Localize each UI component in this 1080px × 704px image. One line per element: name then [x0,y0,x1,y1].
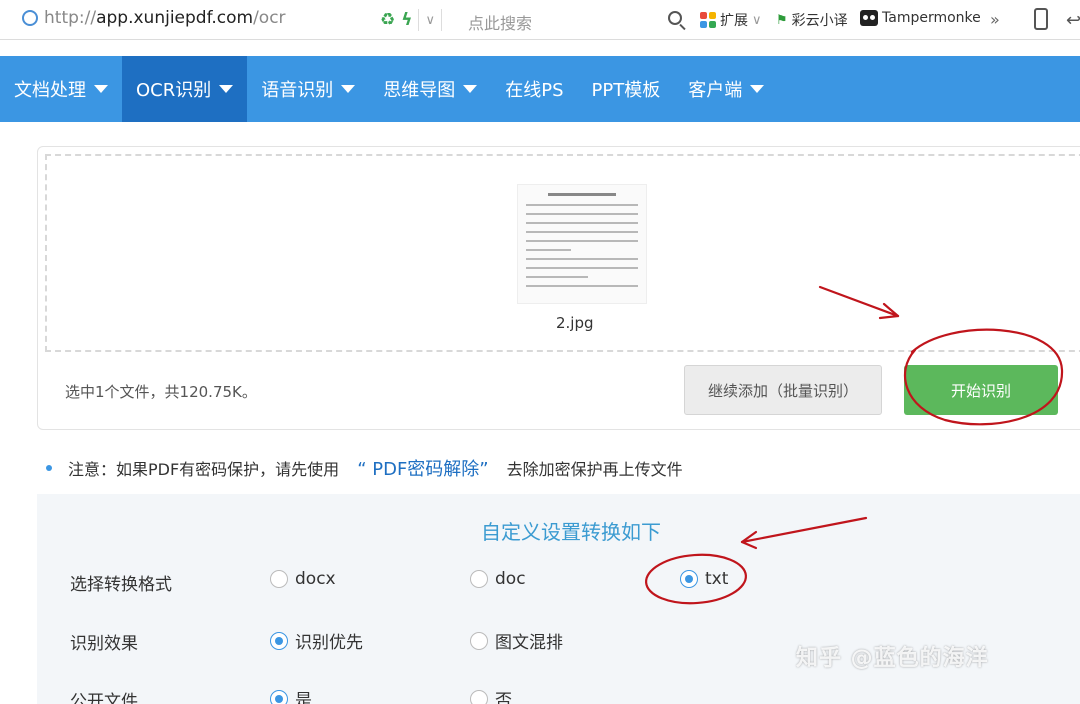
radio-option[interactable]: 图文混排 [470,628,563,653]
settings-row-label: 识别效果 [70,634,138,654]
password-notice: 注意：如果PDF有密码保护，请先使用 “ PDF密码解除” 去除加密保护再上传文… [46,455,683,481]
browser-toolbar: http:// app.xunjiepdf.com /ocr ♻ ϟ ∨ 点此搜… [0,0,1080,40]
conversion-settings: 自定义设置转换如下 选择转换格式 docx doc txt 识别效果 识别优先 图文混排公开… [37,494,1080,704]
address-bar[interactable]: http:// app.xunjiepdf.com /ocr [22,8,286,28]
chevron-down-icon[interactable]: ∨ [425,13,435,28]
mobile-icon[interactable] [1034,8,1048,30]
nav-item-label: 文档处理 [14,80,86,101]
radio-option[interactable]: 识别优先 [270,628,363,653]
search-icon[interactable] [668,11,682,25]
notice-suffix: 去除加密保护再上传文件 [506,460,683,479]
refresh-icon[interactable]: ♻ [380,10,395,30]
radio-option-label: txt [705,569,729,589]
file-name: 2.jpg [556,314,594,332]
watermark: 知乎 @蓝色的海洋 [796,646,989,671]
divider [440,9,442,31]
radio-option-label: 图文混排 [495,633,563,653]
settings-row: 公开文件 是 否 [37,683,1080,704]
radio-unchecked-icon[interactable] [470,689,488,704]
caiyun-extension[interactable]: ⚑ 彩云小译 [776,10,848,30]
nav-item-label: PPT模板 [591,80,661,101]
radio-checked-icon[interactable] [270,689,288,704]
url-host: app.xunjiepdf.com [96,8,254,28]
nav-item-4[interactable]: 在线PS [491,56,577,122]
settings-row: 选择转换格式 docx doc txt [37,566,1080,596]
caiyun-label: 彩云小译 [791,13,848,29]
selection-info: 选中1个文件，共120.75K。 [65,383,257,401]
site-icon [22,10,38,26]
radio-option-label: 识别优先 [295,633,363,653]
url-scheme: http:// [44,8,97,28]
start-recognition-button[interactable]: 开始识别 [904,365,1058,415]
nav-item-6[interactable]: 客户端 [674,56,778,122]
notice-prefix: 注意：如果PDF有密码保护，请先使用 [68,460,340,479]
nav-item-label: 客户端 [688,80,743,101]
pdf-unlock-link[interactable]: “ PDF密码解除” [357,455,488,481]
caiyun-icon: ⚑ [776,12,788,28]
file-dropzone[interactable]: 2.jpg [45,154,1080,352]
nav-item-5[interactable]: PPT模板 [578,56,675,122]
radio-option-label: 是 [295,691,312,704]
nav-item-label: 语音识别 [261,80,334,101]
nav-item-label: 思维导图 [383,80,456,101]
caret-down-icon [94,85,108,93]
radio-option[interactable]: 否 [470,686,512,704]
radio-unchecked-icon[interactable] [470,570,488,588]
nav-item-label: OCR识别 [136,80,212,101]
url-path: /ocr [253,8,286,28]
extensions-button[interactable]: 扩展 ∨ [700,10,762,30]
radio-option[interactable]: txt [680,569,728,589]
radio-checked-icon[interactable] [270,631,288,650]
radio-unchecked-icon[interactable] [270,570,288,588]
nav-item-3[interactable]: 思维导图 [369,56,491,122]
radio-option-label: docx [295,569,336,589]
caret-down-icon [750,85,765,93]
nav-item-1[interactable]: OCR识别 [122,56,248,122]
search-input[interactable]: 点此搜索 [468,10,532,34]
chevron-down-icon: ∨ [752,12,762,28]
extensions-label: 扩展 [720,13,748,29]
settings-title: 自定义设置转换如下 [481,520,661,544]
settings-row-label: 选择转换格式 [70,575,172,595]
nav-item-2[interactable]: 语音识别 [247,56,369,122]
radio-option[interactable]: doc [470,569,526,589]
radio-option-label: doc [495,569,526,589]
file-thumbnail[interactable] [517,184,647,304]
caret-down-icon [463,85,478,93]
speed-mode-icon[interactable]: ϟ [401,10,412,30]
tampermonkey-extension[interactable]: Tampermonke [860,10,981,26]
radio-option[interactable]: docx [270,569,336,589]
tampermonkey-icon [860,10,878,26]
settings-row-label: 公开文件 [70,692,138,704]
radio-unchecked-icon[interactable] [470,631,488,650]
main-nav: 文档处理 OCR识别 语音识别 思维导图 在线PS PPT模板 客户端 [0,56,1080,122]
caret-down-icon [219,85,234,93]
upload-panel: 2.jpg 选中1个文件，共120.75K。 继续添加（批量识别） 开始识别 [37,146,1080,430]
radio-checked-icon[interactable] [680,570,698,588]
caret-down-icon [341,85,356,93]
radio-option-label: 否 [495,691,512,704]
divider [418,9,420,31]
tampermonkey-label: Tampermonke [882,10,981,26]
more-extensions-button[interactable]: » [990,10,1000,29]
radio-option[interactable]: 是 [270,686,312,704]
address-bar-actions: ♻ ϟ ∨ [380,9,442,31]
nav-item-label: 在线PS [505,80,564,101]
continue-add-button[interactable]: 继续添加（批量识别） [684,365,882,415]
apps-grid-icon [700,12,716,28]
bullet-icon [46,465,52,471]
back-icon[interactable]: ↩ [1066,10,1080,31]
nav-item-0[interactable]: 文档处理 [0,56,122,122]
